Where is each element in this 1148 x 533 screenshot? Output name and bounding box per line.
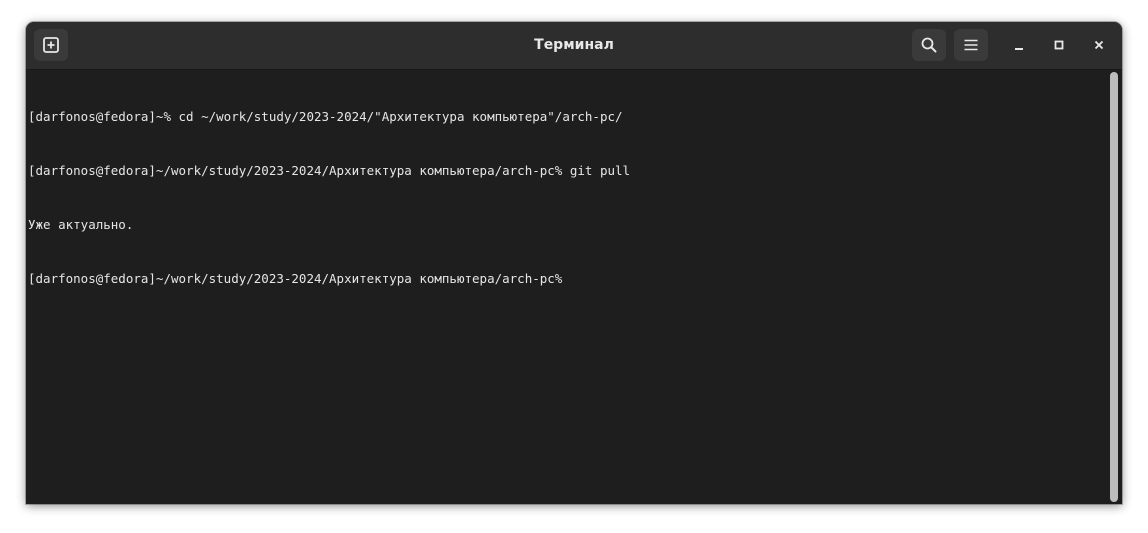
search-button[interactable] bbox=[912, 29, 946, 61]
close-button[interactable] bbox=[1087, 33, 1111, 57]
scrollbar-thumb[interactable] bbox=[1110, 72, 1118, 502]
menu-button[interactable] bbox=[954, 29, 988, 61]
terminal-line-cd-command: [darfonos@fedora]~% cd ~/work/study/2023… bbox=[28, 109, 623, 124]
search-icon bbox=[921, 37, 937, 53]
maximize-button[interactable] bbox=[1047, 33, 1071, 57]
terminal-line-prompt: [darfonos@fedora]~/work/study/2023-2024/… bbox=[28, 271, 563, 286]
maximize-icon bbox=[1054, 40, 1064, 50]
header-bar: Терминал bbox=[26, 22, 1122, 70]
terminal-output[interactable]: [darfonos@fedora]~% cd ~/work/study/2023… bbox=[26, 70, 1108, 504]
vertical-scrollbar[interactable] bbox=[1110, 72, 1118, 502]
terminal-line-git-pull: [darfonos@fedora]~/work/study/2023-2024/… bbox=[28, 163, 631, 178]
minimize-button[interactable] bbox=[1007, 33, 1031, 57]
close-icon bbox=[1094, 40, 1104, 50]
terminal-window: Терминал [darfonos@fedora]~% cd ~/work/s… bbox=[26, 22, 1122, 504]
minimize-icon bbox=[1015, 48, 1023, 50]
terminal-line-output: Уже актуально. bbox=[28, 217, 134, 232]
hamburger-menu-icon bbox=[964, 39, 978, 51]
